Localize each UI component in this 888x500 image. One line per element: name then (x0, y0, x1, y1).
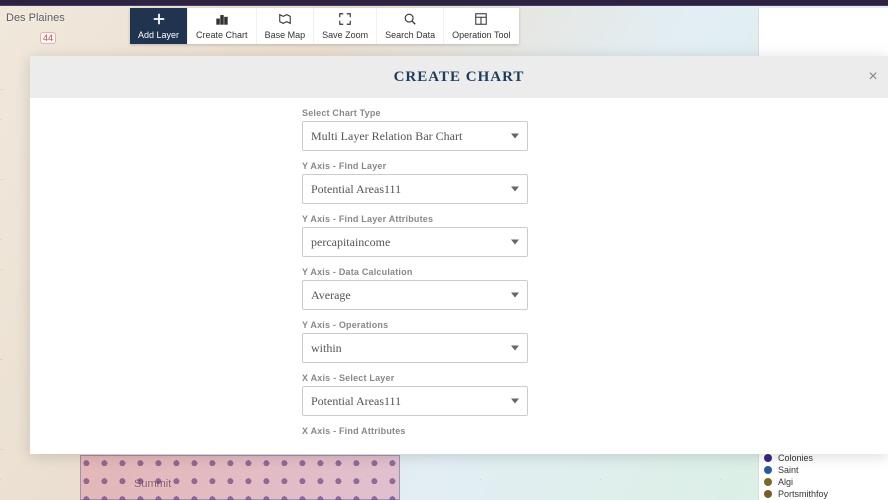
close-icon[interactable]: × (864, 68, 882, 86)
create-chart-modal: CREATE CHART × Select Chart Type Multi L… (30, 56, 888, 454)
select-value: Multi Layer Relation Bar Chart (311, 129, 462, 144)
save-zoom-button[interactable]: Save Zoom (313, 8, 376, 44)
dashboard-icon (474, 12, 488, 28)
field-label: Y Axis - Find Layer (302, 161, 528, 171)
toolbar-label: Operation Tool (452, 30, 510, 40)
create-chart-button[interactable]: Create Chart (187, 8, 256, 44)
toolbar-label: Save Zoom (322, 30, 368, 40)
select-value: Potential Areas111 (311, 394, 401, 409)
base-map-button[interactable]: Base Map (256, 8, 314, 44)
chevron-down-icon (511, 346, 519, 351)
select-value: percapitaincome (311, 235, 390, 250)
legend-swatch (764, 490, 772, 498)
chevron-down-icon (511, 134, 519, 139)
legend-swatch (764, 478, 772, 486)
field-y-layer: Y Axis - Find Layer Potential Areas111 (302, 161, 528, 204)
toolbar-label: Base Map (265, 30, 306, 40)
map-icon (278, 12, 292, 28)
legend-item: Algi (764, 476, 874, 488)
field-y-operations: Y Axis - Operations within (302, 320, 528, 363)
operation-tool-button[interactable]: Operation Tool (443, 8, 518, 44)
select-value: within (311, 341, 342, 356)
field-label: Y Axis - Find Layer Attributes (302, 214, 528, 224)
chevron-down-icon (511, 187, 519, 192)
chevron-down-icon (511, 293, 519, 298)
y-operations-select[interactable]: within (302, 333, 528, 363)
legend-item: Saint (764, 464, 874, 476)
field-label: Y Axis - Data Calculation (302, 267, 528, 277)
chevron-down-icon (511, 399, 519, 404)
field-y-layer-attr: Y Axis - Find Layer Attributes percapita… (302, 214, 528, 257)
field-chart-type: Select Chart Type Multi Layer Relation B… (302, 108, 528, 151)
x-layer-select[interactable]: Potential Areas111 (302, 386, 528, 416)
chevron-down-icon (511, 240, 519, 245)
field-label: Y Axis - Operations (302, 320, 528, 330)
map-label-des-plaines: Des Plaines (6, 12, 65, 24)
search-data-button[interactable]: Search Data (376, 8, 443, 44)
main-toolbar: Add Layer Create Chart Base Map Save Zoo… (130, 8, 519, 44)
map-data-overlay (80, 455, 400, 500)
toolbar-label: Search Data (385, 30, 435, 40)
legend-item: Portsmithfoy (764, 488, 874, 500)
y-layer-select[interactable]: Potential Areas111 (302, 174, 528, 204)
modal-body[interactable]: Select Chart Type Multi Layer Relation B… (30, 98, 888, 454)
field-label: X Axis - Find Attributes (302, 426, 528, 436)
field-x-attr: X Axis - Find Attributes (302, 426, 528, 436)
chart-form: Select Chart Type Multi Layer Relation B… (302, 108, 528, 436)
y-calc-select[interactable]: Average (302, 280, 528, 310)
field-x-layer: X Axis - Select Layer Potential Areas111 (302, 373, 528, 416)
legend-swatch (764, 466, 772, 474)
toolbar-label: Create Chart (196, 30, 248, 40)
field-y-calc: Y Axis - Data Calculation Average (302, 267, 528, 310)
legend-swatch (764, 454, 772, 462)
field-label: Select Chart Type (302, 108, 528, 118)
map-legend: Colonies Saint Algi Portsmithfoy River (764, 452, 874, 500)
plus-icon (152, 12, 166, 28)
chart-type-select[interactable]: Multi Layer Relation Bar Chart (302, 121, 528, 151)
legend-label: Algi (778, 476, 793, 488)
add-layer-button[interactable]: Add Layer (130, 8, 187, 44)
map-route-shield: 44 (40, 32, 56, 44)
toolbar-label: Add Layer (138, 30, 179, 40)
select-value: Average (311, 288, 351, 303)
fullscreen-icon (338, 12, 352, 28)
legend-label: Portsmithfoy (778, 488, 828, 500)
legend-label: Saint (778, 464, 799, 476)
modal-title: CREATE CHART (394, 69, 525, 86)
modal-header: CREATE CHART × (30, 56, 888, 98)
y-layer-attr-select[interactable]: percapitaincome (302, 227, 528, 257)
select-value: Potential Areas111 (311, 182, 401, 197)
field-label: X Axis - Select Layer (302, 373, 528, 383)
app-titlebar (0, 0, 888, 6)
search-icon (403, 12, 417, 28)
bar-chart-icon (215, 12, 229, 28)
